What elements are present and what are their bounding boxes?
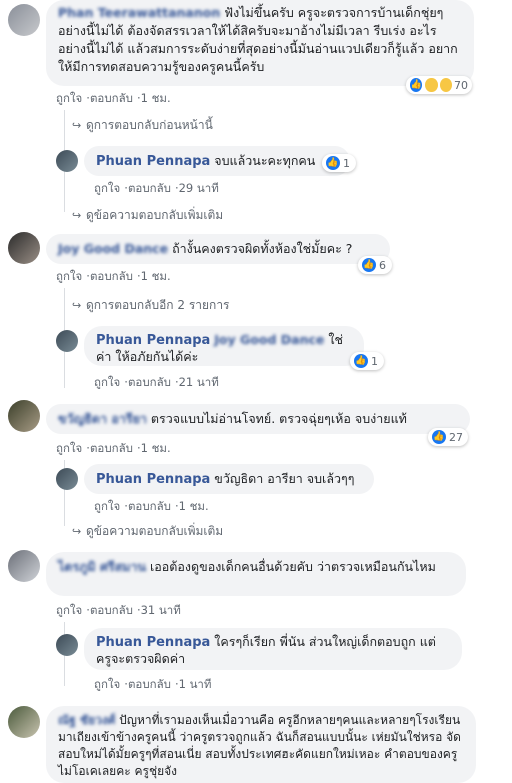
like-icon: 👍 xyxy=(362,258,376,272)
comment-bubble: ไตรภูมิ ศรีสมาน เออต้องดูของเด็กคนอื่นด้… xyxy=(46,552,466,596)
reply-link[interactable]: ตอบกลับ xyxy=(90,441,133,455)
comment-actions: ถูกใจ ·ตอบกลับ ·31 นาที xyxy=(56,603,181,617)
reply-time[interactable]: 29 นาที xyxy=(179,181,219,195)
reply-time[interactable]: 1 ชม. xyxy=(179,499,209,513)
like-link[interactable]: ถูกใจ xyxy=(94,499,120,513)
reply-time[interactable]: 1 นาที xyxy=(179,677,212,691)
reply-time[interactable]: 21 นาที xyxy=(179,375,219,389)
comment-text: ปัญหาที่เรามองเห็นเมื่อวานคือ ครูอีกหลาย… xyxy=(58,713,461,778)
more-replies-link[interactable]: ↪ ดูการตอบกลับอีก 2 รายการ xyxy=(72,296,230,315)
reply-bubble: Phuan Pennapa ขวัญธิดา อารียา จบเล้วๆๆ xyxy=(84,464,374,494)
reply-actions: ถูกใจ ·ตอบกลับ ·1 นาที xyxy=(94,677,212,691)
comment-text: ตรวจแบบไม่อ่านโจทย์. ตรวจฉุ่ยๆเห้อ จบง่า… xyxy=(150,411,407,426)
reply-arrow-icon: ↪ xyxy=(72,525,82,538)
reply-author[interactable]: Phuan Pennapa xyxy=(96,154,210,169)
reaction-count[interactable]: 👍 6 xyxy=(358,256,392,274)
reaction-count[interactable]: 👍 1 xyxy=(350,352,384,370)
comment-author[interactable]: Phan Teerawattananon xyxy=(58,5,220,20)
comment-bubble: Joy Good Dance ถ้างั้นคงตรวจผิดทั้งห้องใ… xyxy=(46,234,390,264)
reply-author[interactable]: Phuan Pennapa xyxy=(96,333,210,348)
more-replies-link[interactable]: ↪ ดูข้อความตอบกลับเพิ่มเติม xyxy=(72,206,223,225)
reply-link[interactable]: ตอบกลับ xyxy=(128,677,171,691)
comment-text: ถ้างั้นคงตรวจผิดทั้งห้องใช่มั้ยคะ ? xyxy=(172,241,353,256)
reply-link[interactable]: ตอบกลับ xyxy=(128,181,171,195)
avatar[interactable] xyxy=(56,468,78,490)
comment-time[interactable]: 1 ชม. xyxy=(141,269,171,283)
reply-text: จบแล้วนะคะทุกคน xyxy=(214,153,316,168)
comment-bubble: ขวัญธิดา อารียา ตรวจแบบไม่อ่านโจทย์. ตรว… xyxy=(46,404,470,434)
haha-icon xyxy=(425,78,438,92)
reaction-count[interactable]: 👍 27 xyxy=(428,428,468,446)
comment-author[interactable]: ณัฐ ชัยวงศ์ xyxy=(58,713,115,727)
previous-replies-link[interactable]: ↪ ดูการตอบกลับก่อนหน้านี้ xyxy=(72,116,213,135)
sad-icon xyxy=(439,78,452,92)
reply-author[interactable]: Phuan Pennapa xyxy=(96,472,210,487)
avatar[interactable] xyxy=(56,330,78,352)
reply-bubble: Phuan Pennapa จบแล้วนะคะทุกคน xyxy=(84,146,350,176)
like-link[interactable]: ถูกใจ xyxy=(56,603,82,617)
reply-arrow-icon: ↪ xyxy=(72,299,82,312)
like-link[interactable]: ถูกใจ xyxy=(94,677,120,691)
reply-link[interactable]: ตอบกลับ xyxy=(90,603,133,617)
more-replies-link[interactable]: ↪ ดูข้อความตอบกลับเพิ่มเติม xyxy=(72,522,223,541)
like-link[interactable]: ถูกใจ xyxy=(94,181,120,195)
avatar[interactable] xyxy=(56,150,78,172)
comment-actions: ถูกใจ ·ตอบกลับ ·1 ชม. xyxy=(56,441,171,455)
reply-author[interactable]: Phuan Pennapa xyxy=(96,635,210,650)
reply-link[interactable]: ตอบกลับ xyxy=(90,269,133,283)
avatar[interactable] xyxy=(56,634,78,656)
reply-link[interactable]: ตอบกลับ xyxy=(90,91,133,105)
avatar[interactable] xyxy=(8,4,40,36)
avatar[interactable] xyxy=(8,706,40,738)
comment-bubble: ณัฐ ชัยวงศ์ ปัญหาที่เรามองเห็นเมื่อวานคื… xyxy=(46,706,476,783)
comment-bubble: Phan Teerawattananon ฟังไม่ขึ้นครับ ครูจ… xyxy=(46,0,474,86)
comment-author[interactable]: ไตรภูมิ ศรีสมาน xyxy=(58,559,146,574)
avatar[interactable] xyxy=(8,550,40,582)
comment-actions: ถูกใจ ·ตอบกลับ ·1 ชม. xyxy=(56,269,171,283)
mention-link[interactable]: Joy Good Dance xyxy=(214,332,324,347)
comment-author[interactable]: ขวัญธิดา อารียา xyxy=(58,411,147,426)
reply-arrow-icon: ↪ xyxy=(72,119,82,132)
reply-link[interactable]: ตอบกลับ xyxy=(128,499,171,513)
like-icon: 👍 xyxy=(354,354,368,368)
reaction-count[interactable]: 👍 1 xyxy=(322,154,356,172)
like-link[interactable]: ถูกใจ xyxy=(56,91,82,105)
reply-actions: ถูกใจ ·ตอบกลับ ·29 นาที xyxy=(94,181,219,195)
reply-arrow-icon: ↪ xyxy=(72,209,82,222)
like-icon: 👍 xyxy=(326,156,340,170)
comment-text: เออต้องดูของเด็กคนอื่นด้วยคับ ว่าตรวจเหม… xyxy=(150,559,436,574)
like-icon: 👍 xyxy=(410,78,423,92)
reply-link[interactable]: ตอบกลับ xyxy=(128,375,171,389)
reply-bubble: Phuan Pennapa Joy Good Dance ใช่ค่า ให้อ… xyxy=(84,326,364,366)
comment-author[interactable]: Joy Good Dance xyxy=(58,241,168,256)
comment-actions: ถูกใจ ·ตอบกลับ ·1 ชม. xyxy=(56,91,171,105)
avatar[interactable] xyxy=(8,232,40,264)
like-link[interactable]: ถูกใจ xyxy=(56,441,82,455)
comment-time[interactable]: 1 ชม. xyxy=(141,91,171,105)
reply-bubble: Phuan Pennapa ใครๆก็เรียก พี่นัน ส่วนใหญ… xyxy=(84,628,462,670)
comment-time[interactable]: 1 ชม. xyxy=(141,441,171,455)
comment-time[interactable]: 31 นาที xyxy=(141,603,181,617)
avatar[interactable] xyxy=(8,400,40,432)
like-icon: 👍 xyxy=(432,430,446,444)
like-link[interactable]: ถูกใจ xyxy=(94,375,120,389)
reply-actions: ถูกใจ ·ตอบกลับ ·1 ชม. xyxy=(94,499,209,513)
like-link[interactable]: ถูกใจ xyxy=(56,269,82,283)
reaction-count[interactable]: 👍 70 xyxy=(406,76,472,94)
reply-actions: ถูกใจ ·ตอบกลับ ·21 นาที xyxy=(94,375,219,389)
reply-text: ขวัญธิดา อารียา จบเล้วๆๆ xyxy=(214,471,355,486)
